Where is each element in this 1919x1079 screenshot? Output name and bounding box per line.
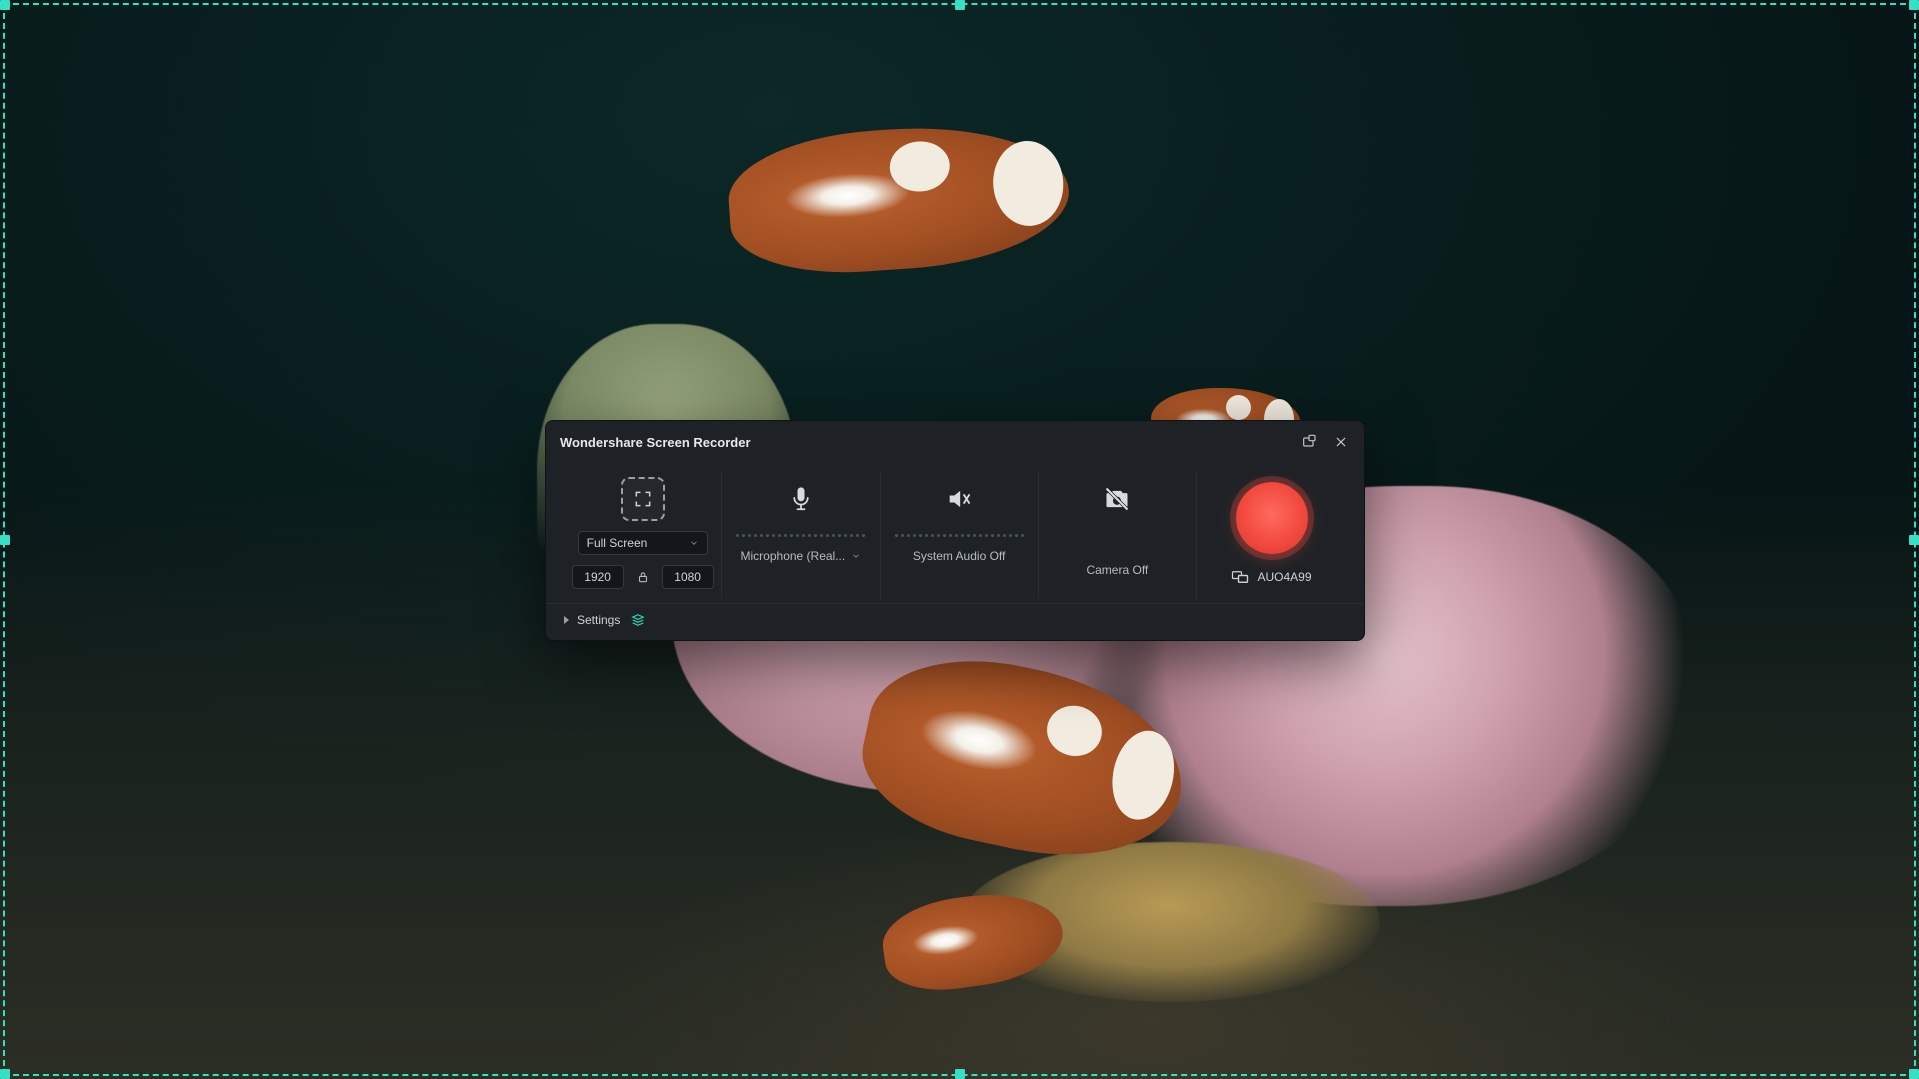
capture-mode-label: Full Screen [587,536,648,550]
settings-label: Settings [577,613,620,627]
close-button[interactable] [1328,429,1354,455]
settings-status-icon [630,612,646,628]
dimension-row [572,565,714,589]
pop-out-button[interactable] [1296,429,1322,455]
background-fish [725,118,1074,281]
panel-title: Wondershare Screen Recorder [560,435,751,450]
lock-icon [636,570,650,584]
system-audio-toggle-button[interactable] [937,477,981,521]
microphone-device-dropdown[interactable]: Microphone (Real... [741,549,862,563]
pop-out-icon [1301,434,1317,450]
fullscreen-arrows-icon [633,489,653,509]
camera-off-icon [1103,485,1131,513]
monitor-icon [1231,570,1249,584]
triangle-right-icon [564,616,569,624]
record-button[interactable] [1236,482,1308,554]
settings-toggle[interactable]: Settings [564,613,620,627]
chevron-down-icon [689,538,699,548]
camera-column: Camera Off [1038,471,1196,599]
record-column: AUO4A99 [1196,471,1346,599]
capture-area-column: Full Screen [564,471,721,599]
screen-recorder-panel: Wondershare Screen Recorder [545,420,1365,641]
titlebar: Wondershare Screen Recorder [546,421,1364,461]
display-indicator[interactable]: AUO4A99 [1231,570,1311,584]
system-audio-status-label: System Audio Off [913,549,1006,563]
camera-status-label: Camera Off [1086,563,1148,577]
close-icon [1334,435,1348,449]
microphone-column: Microphone (Real... [721,471,879,599]
titlebar-actions [1296,429,1354,455]
capture-mode-dropdown[interactable]: Full Screen [578,531,708,555]
microphone-toggle-button[interactable] [779,477,823,521]
microphone-device-label: Microphone (Real... [741,549,846,563]
chevron-down-icon [851,551,861,561]
capture-height-input[interactable] [662,565,714,589]
speaker-muted-icon [945,485,973,513]
panel-footer: Settings [546,603,1364,640]
microphone-icon [787,485,815,513]
system-audio-column: System Audio Off [880,471,1038,599]
display-name-label: AUO4A99 [1257,570,1311,584]
capture-area-button[interactable] [621,477,665,521]
panel-body: Full Screen [546,461,1364,603]
microphone-level-meter [731,531,871,539]
capture-width-input[interactable] [572,565,624,589]
system-audio-level-meter [889,531,1029,539]
camera-toggle-button[interactable] [1095,477,1139,521]
aspect-lock-button[interactable] [632,566,654,588]
